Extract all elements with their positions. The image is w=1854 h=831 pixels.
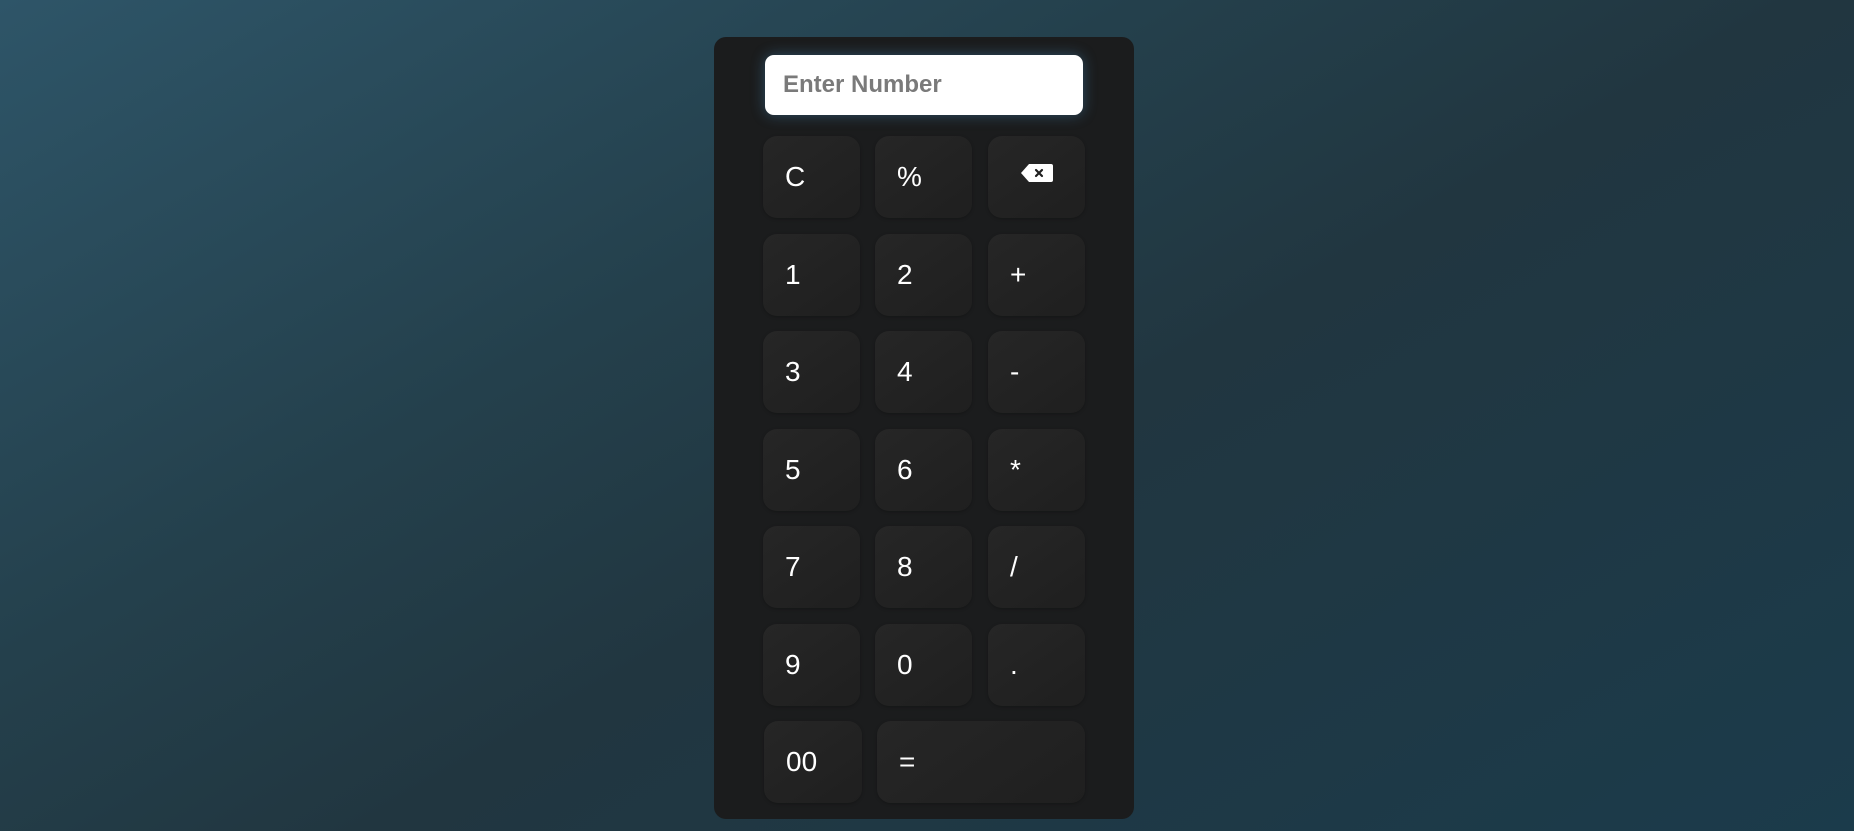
digit-1-button[interactable]: 1: [763, 234, 860, 316]
plus-button[interactable]: +: [988, 234, 1085, 316]
digit-7-button[interactable]: 7: [763, 526, 860, 608]
clear-button[interactable]: C: [763, 136, 860, 218]
digit-8-button[interactable]: 8: [875, 526, 972, 608]
minus-button[interactable]: -: [988, 331, 1085, 413]
digit-4-button[interactable]: 4: [875, 331, 972, 413]
divide-button[interactable]: /: [988, 526, 1085, 608]
digit-9-button[interactable]: 9: [763, 624, 860, 706]
backspace-button[interactable]: [988, 136, 1085, 218]
backspace-icon: [1020, 164, 1053, 182]
multiply-button[interactable]: *: [988, 429, 1085, 511]
digit-2-button[interactable]: 2: [875, 234, 972, 316]
digit-5-button[interactable]: 5: [763, 429, 860, 511]
double-zero-button[interactable]: 00: [764, 721, 862, 803]
calculator: C % 1 2 + 3 4 - 5 6 * 7 8 / 9 0 . 00 =: [714, 37, 1134, 819]
digit-6-button[interactable]: 6: [875, 429, 972, 511]
decimal-point-button[interactable]: .: [988, 624, 1085, 706]
digit-3-button[interactable]: 3: [763, 331, 860, 413]
number-input[interactable]: [765, 55, 1083, 115]
percent-button[interactable]: %: [875, 136, 972, 218]
equals-button[interactable]: =: [877, 721, 1085, 803]
digit-0-button[interactable]: 0: [875, 624, 972, 706]
